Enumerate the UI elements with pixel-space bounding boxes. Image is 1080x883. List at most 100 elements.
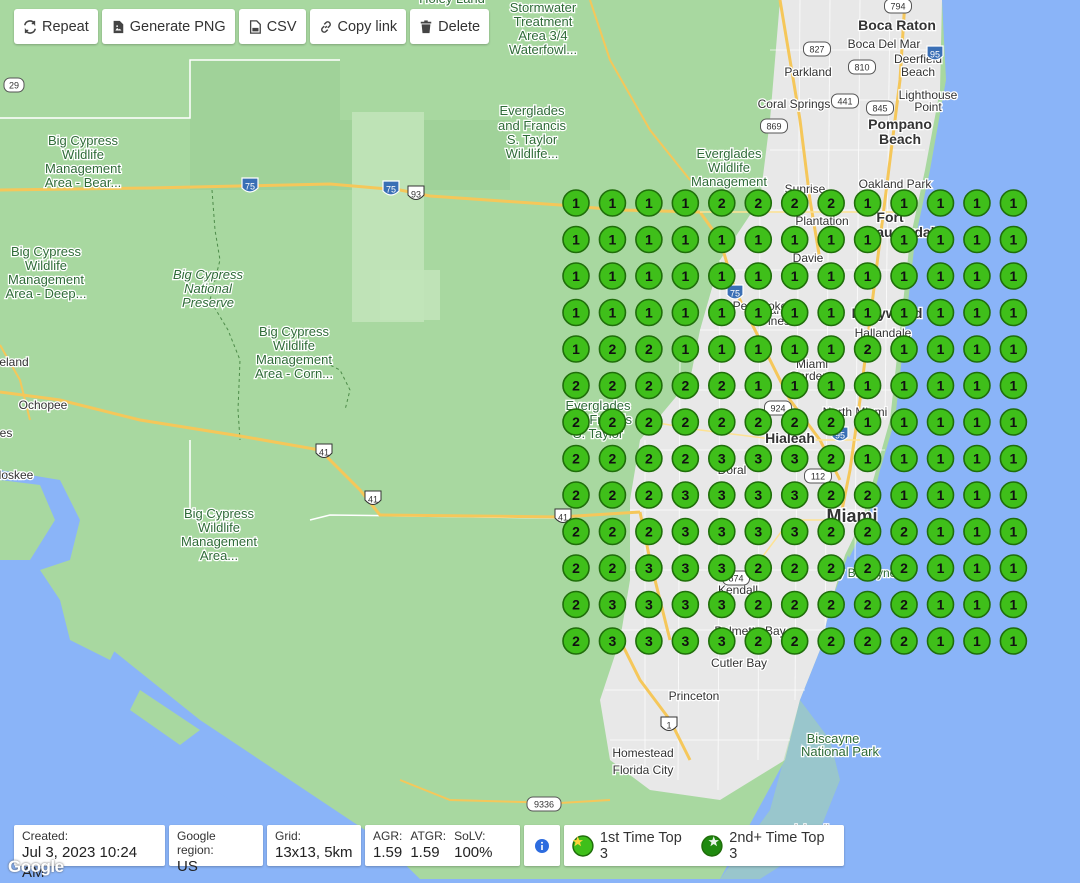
rank-pin[interactable]: 1 — [707, 298, 736, 327]
rank-pin[interactable]: 1 — [707, 225, 736, 254]
rank-pin[interactable]: 2 — [598, 481, 627, 509]
rank-pin[interactable]: 2 — [598, 517, 627, 546]
delete-button[interactable]: Delete — [410, 9, 490, 44]
repeat-button[interactable]: Repeat — [14, 9, 98, 44]
rank-pin[interactable]: 3 — [671, 627, 700, 655]
rank-pin[interactable]: 1 — [671, 298, 700, 327]
rank-pin[interactable]: 1 — [963, 554, 991, 582]
rank-pin[interactable]: 2 — [744, 554, 773, 582]
rank-pin[interactable]: 1 — [999, 408, 1028, 436]
rank-pin[interactable]: 1 — [999, 371, 1028, 400]
rank-pin[interactable]: 2 — [853, 335, 882, 363]
rank-pin[interactable]: 1 — [926, 262, 955, 290]
rank-pin[interactable]: 1 — [999, 298, 1028, 327]
rank-pin[interactable]: 1 — [963, 371, 991, 400]
rank-pin[interactable]: 3 — [744, 481, 773, 509]
rank-pin[interactable]: 1 — [635, 225, 663, 254]
rank-pin[interactable]: 2 — [817, 408, 845, 436]
rank-pin[interactable]: 1 — [817, 335, 845, 363]
rank-pin[interactable]: 1 — [562, 262, 590, 290]
rank-pin[interactable]: 2 — [707, 408, 736, 436]
rank-pin[interactable]: 1 — [817, 298, 845, 327]
rank-pin[interactable]: 2 — [853, 481, 882, 509]
rank-pin[interactable]: 1 — [890, 481, 918, 509]
rank-pin[interactable]: 1 — [635, 298, 663, 327]
rank-pin[interactable]: 2 — [744, 189, 773, 217]
rank-pin[interactable]: 1 — [671, 189, 700, 217]
rank-pin[interactable]: 1 — [963, 517, 991, 546]
rank-pin[interactable]: 1 — [963, 444, 991, 473]
rank-pin[interactable]: 3 — [707, 627, 736, 655]
rank-pin[interactable]: 1 — [671, 335, 700, 363]
rank-pin[interactable]: 1 — [890, 298, 918, 327]
rank-pin[interactable]: 2 — [817, 189, 845, 217]
rank-pin[interactable]: 2 — [562, 408, 590, 436]
rank-pin[interactable]: 2 — [817, 481, 845, 509]
rank-pin[interactable]: 1 — [598, 189, 627, 217]
rank-pin[interactable]: 1 — [999, 517, 1028, 546]
rank-pin[interactable]: 1 — [890, 444, 918, 473]
rank-pin[interactable]: 3 — [707, 481, 736, 509]
rank-pin[interactable]: 1 — [926, 408, 955, 436]
rank-pin[interactable]: 2 — [890, 627, 918, 655]
rank-pin[interactable]: 1 — [780, 225, 809, 254]
rank-pin[interactable]: 2 — [598, 335, 627, 363]
rank-pin[interactable]: 1 — [926, 554, 955, 582]
rank-pin[interactable]: 2 — [780, 627, 809, 655]
rank-pin[interactable]: 2 — [635, 335, 663, 363]
rank-pin[interactable]: 3 — [707, 554, 736, 582]
rank-pin[interactable]: 1 — [853, 444, 882, 473]
rank-pin[interactable]: 1 — [853, 225, 882, 254]
rank-pin[interactable]: 3 — [780, 517, 809, 546]
rank-pin[interactable]: 1 — [963, 298, 991, 327]
rank-pin[interactable]: 1 — [853, 371, 882, 400]
rank-pin[interactable]: 2 — [635, 408, 663, 436]
rank-pin[interactable]: 1 — [926, 225, 955, 254]
rank-pin[interactable]: 2 — [671, 408, 700, 436]
rank-pin[interactable]: 1 — [999, 444, 1028, 473]
rank-pin[interactable]: 2 — [817, 590, 845, 619]
rank-pin[interactable]: 2 — [562, 517, 590, 546]
rank-pin[interactable]: 1 — [853, 408, 882, 436]
rank-pin[interactable]: 1 — [926, 627, 955, 655]
rank-pin[interactable]: 3 — [635, 627, 663, 655]
rank-pin[interactable]: 3 — [635, 590, 663, 619]
rank-pin[interactable]: 1 — [744, 225, 773, 254]
rank-pin[interactable]: 2 — [744, 590, 773, 619]
rank-pin[interactable]: 1 — [963, 627, 991, 655]
rank-pin[interactable]: 2 — [817, 444, 845, 473]
rank-pin[interactable]: 1 — [926, 590, 955, 619]
rank-pin[interactable]: 3 — [744, 517, 773, 546]
rank-pin[interactable]: 2 — [853, 517, 882, 546]
rank-pin[interactable]: 2 — [598, 444, 627, 473]
rank-pin[interactable]: 1 — [853, 189, 882, 217]
rank-pin[interactable]: 1 — [890, 225, 918, 254]
rank-pin[interactable]: 2 — [890, 517, 918, 546]
rank-pin[interactable]: 1 — [817, 262, 845, 290]
rank-pin[interactable]: 1 — [780, 298, 809, 327]
rank-pin[interactable]: 1 — [926, 189, 955, 217]
rank-pin[interactable]: 1 — [635, 189, 663, 217]
rank-pin[interactable]: 2 — [635, 517, 663, 546]
rank-pin[interactable]: 1 — [598, 225, 627, 254]
rank-pin[interactable]: 3 — [671, 554, 700, 582]
rank-pin[interactable]: 3 — [635, 554, 663, 582]
rank-pin[interactable]: 2 — [853, 627, 882, 655]
rank-pin[interactable]: 1 — [817, 225, 845, 254]
rank-pin[interactable]: 1 — [562, 189, 590, 217]
rank-pin[interactable]: 1 — [780, 335, 809, 363]
info-button[interactable] — [524, 825, 560, 866]
rank-pin[interactable]: 3 — [780, 481, 809, 509]
rank-pin[interactable]: 2 — [598, 554, 627, 582]
rank-pin[interactable]: 2 — [890, 590, 918, 619]
rank-pin[interactable]: 2 — [744, 408, 773, 436]
rank-pin[interactable]: 1 — [707, 262, 736, 290]
rank-pin[interactable]: 1 — [999, 554, 1028, 582]
rank-pin[interactable]: 3 — [671, 481, 700, 509]
rank-pin[interactable]: 1 — [890, 371, 918, 400]
rank-pin[interactable]: 2 — [635, 444, 663, 473]
rank-pin[interactable]: 2 — [635, 371, 663, 400]
rank-pin[interactable]: 3 — [780, 444, 809, 473]
map-canvas[interactable]: Boca RatonBoca Del MarDeerfieldBeachPark… — [0, 0, 1080, 879]
rank-pin[interactable]: 1 — [963, 481, 991, 509]
